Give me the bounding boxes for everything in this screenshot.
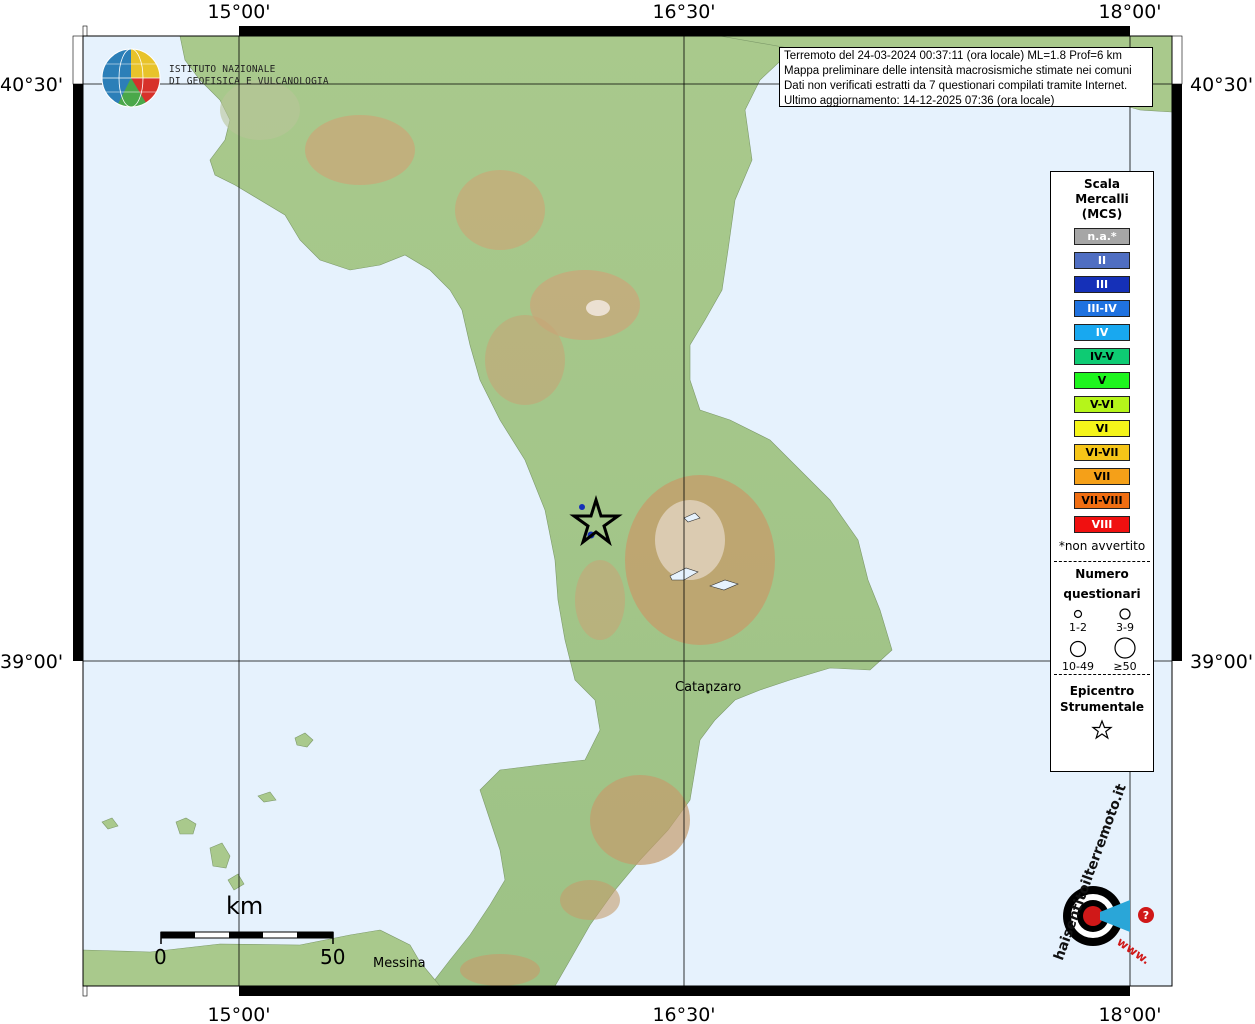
- event-line-1: Terremoto del 24-03-2024 00:37:11 (ora l…: [784, 50, 1122, 62]
- place-catanzaro: Catanzaro: [675, 680, 741, 695]
- axis-bottom-label-3: 18°00': [1098, 1004, 1161, 1024]
- hsit-text: haisentitoilterremoto.it www.: [1029, 782, 1153, 972]
- legend-count-symbols: 1-2 3-9 10-49 ≥50: [1051, 604, 1153, 674]
- legend-swatch: V-VI: [1074, 396, 1130, 413]
- event-info-box: Terremoto del 24-03-2024 00:37:11 (ora l…: [779, 47, 1153, 107]
- legend-separator-2: [1054, 674, 1150, 675]
- legend-swatch: VIII: [1074, 516, 1130, 533]
- legend-epicenter-title: Epicentro Strumentale: [1051, 683, 1153, 715]
- place-messina: Messina: [373, 956, 426, 971]
- legend-count-2: 3-9: [1116, 621, 1134, 634]
- legend-count-4: ≥50: [1113, 660, 1137, 673]
- legend-swatches: n.a.* II III III-IV IV IV-V V V-VI VI VI-VII VII VI…: [1051, 228, 1153, 533]
- ingv-line-2: DI GEOFISICA E VULCANOLOGIA: [169, 76, 329, 87]
- axis-top-label-2: 16°30': [652, 1, 715, 23]
- ingv-brand-text: ISTITUTO NAZIONALE DI GEOFISICA E VULCAN…: [169, 64, 329, 88]
- legend-separator-1: [1054, 561, 1150, 562]
- legend-swatch: V: [1074, 372, 1130, 389]
- axis-left-label-2: 39°00': [0, 651, 63, 673]
- legend-swatch: II: [1074, 252, 1130, 269]
- legend-count-title: Numero questionari: [1051, 564, 1153, 604]
- legend-panel: Scala Mercalli (MCS) n.a.* II III III-IV IV I…: [1050, 171, 1154, 772]
- legend-swatch: IV-V: [1074, 348, 1130, 365]
- legend-scale-title-1: Scala: [1083, 177, 1121, 191]
- event-line-2: Mappa preliminare delle intensità macros…: [784, 65, 1132, 77]
- legend-swatch: IV: [1074, 324, 1130, 341]
- scale-unit: km: [226, 892, 263, 920]
- axis-left-label-1: 40°30': [0, 74, 63, 96]
- legend-count-title-2: questionari: [1063, 587, 1141, 601]
- ingv-globe-icon: [101, 48, 161, 108]
- legend-swatch: VII-VIII: [1074, 492, 1130, 509]
- legend-swatch: VI: [1074, 420, 1130, 437]
- legend-swatch: n.a.*: [1074, 228, 1130, 245]
- event-line-4: Ultimo aggiornamento: 14-12-2025 07:36 (…: [784, 95, 1055, 107]
- ingv-line-1: ISTITUTO NAZIONALE: [169, 64, 276, 75]
- legend-scale-title-2: Mercalli: [1075, 192, 1129, 206]
- axis-right-label-1: 40°30': [1190, 74, 1253, 96]
- legend-scale-title: Scala Mercalli (MCS): [1051, 177, 1153, 222]
- axis-right-label-2: 39°00': [1190, 651, 1253, 673]
- event-line-3: Dati non verificati estratti da 7 questi…: [784, 80, 1128, 92]
- observation-point[interactable]: [579, 504, 585, 510]
- legend-count-1: 1-2: [1069, 621, 1087, 634]
- legend-swatch: III-IV: [1074, 300, 1130, 317]
- scale-end: 50: [320, 945, 345, 969]
- legend-star-icon: [1091, 719, 1113, 740]
- legend-scale-title-3: (MCS): [1081, 207, 1123, 221]
- legend-swatch: VI-VII: [1074, 444, 1130, 461]
- scale-start: 0: [154, 945, 167, 969]
- legend-epicenter-title-1: Epicentro: [1069, 684, 1135, 698]
- legend-note: *non avvertito: [1058, 539, 1146, 553]
- legend-swatch: VII: [1074, 468, 1130, 485]
- legend-epicenter-title-2: Strumentale: [1059, 700, 1145, 714]
- axis-bottom-label-1: 15°00': [207, 1004, 270, 1024]
- axis-top-label-3: 18°00': [1098, 1, 1161, 23]
- legend-count-3: 10-49: [1062, 660, 1094, 673]
- hsit-www: www.: [1114, 934, 1153, 968]
- legend-count-title-1: Numero: [1075, 567, 1129, 581]
- axis-bottom-label-2: 16°30': [652, 1004, 715, 1024]
- axis-top-label-1: 15°00': [207, 1, 270, 23]
- legend-swatch: III: [1074, 276, 1130, 293]
